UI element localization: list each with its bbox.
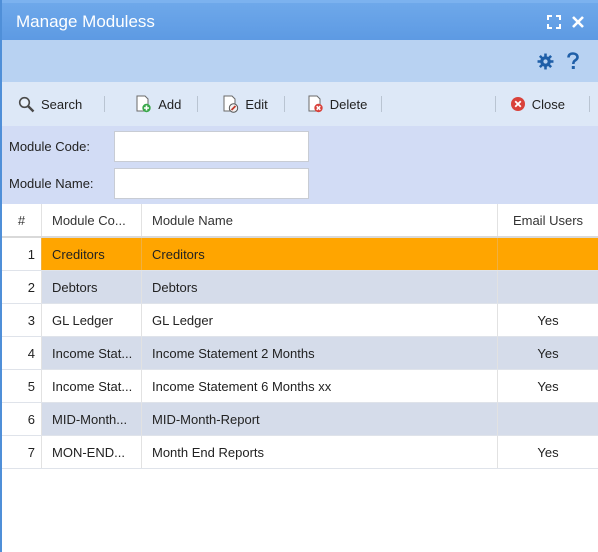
email-users-cell: [498, 238, 598, 270]
module-name-cell: GL Ledger: [142, 304, 498, 336]
gear-icon[interactable]: [536, 52, 554, 70]
modules-grid: # Module Co... Module Name Email Users 1…: [2, 204, 598, 469]
column-header-module-name[interactable]: Module Name: [142, 204, 498, 236]
toolbar-divider: [104, 96, 106, 112]
row-number: 3: [2, 304, 42, 336]
close-icon[interactable]: [568, 12, 588, 32]
settings-bar: [2, 40, 598, 82]
table-row[interactable]: 4 Income Stat... Income Statement 2 Mont…: [2, 337, 598, 370]
module-code-cell: Income Stat...: [42, 337, 142, 369]
table-row[interactable]: 6 MID-Month... MID-Month-Report: [2, 403, 598, 436]
maximize-icon[interactable]: [544, 12, 564, 32]
toolbar: Search Add Edit Delete Close: [2, 82, 598, 126]
edit-icon: [223, 95, 239, 113]
close-button[interactable]: Close: [502, 91, 573, 117]
toolbar-divider: [283, 96, 285, 112]
manage-modules-window: Manage Moduless Search Add Edit Delete C…: [0, 0, 598, 552]
close-circle-icon: [510, 97, 525, 111]
column-header-number[interactable]: #: [2, 204, 42, 236]
delete-label: Delete: [329, 96, 368, 112]
row-number: 5: [2, 370, 42, 402]
module-code-cell: MID-Month...: [42, 403, 142, 435]
edit-button[interactable]: Edit: [214, 91, 275, 117]
column-header-module-code[interactable]: Module Co...: [42, 204, 142, 236]
toolbar-divider: [197, 96, 199, 112]
module-code-input[interactable]: [114, 131, 309, 162]
email-users-cell: Yes: [537, 345, 559, 361]
email-users-cell: Yes: [537, 312, 559, 328]
table-row[interactable]: 5 Income Stat... Income Statement 6 Mont…: [2, 370, 598, 403]
module-name-cell: Month End Reports: [142, 436, 498, 468]
module-name-cell: Income Statement 2 Months: [142, 337, 498, 369]
module-code-label: Module Code:: [9, 139, 90, 154]
module-code-cell: Debtors: [42, 271, 142, 303]
module-code-cell: Income Stat...: [42, 370, 142, 402]
module-name-label: Module Name:: [9, 176, 94, 191]
close-label: Close: [531, 96, 565, 112]
add-button[interactable]: Add: [127, 91, 189, 117]
toolbar-divider: [381, 96, 383, 112]
email-users-cell: [498, 271, 598, 303]
row-number: 1: [2, 238, 42, 270]
toolbar-divider: [589, 96, 590, 112]
module-code-cell: GL Ledger: [42, 304, 142, 336]
table-row[interactable]: 7 MON-END... Month End Reports Yes: [2, 436, 598, 469]
add-icon: [136, 95, 151, 113]
module-name-input[interactable]: [114, 168, 309, 199]
delete-button[interactable]: Delete: [299, 91, 376, 117]
column-header-email-users[interactable]: Email Users: [498, 204, 598, 236]
edit-label: Edit: [245, 96, 268, 112]
row-number: 7: [2, 436, 42, 468]
title-bar: Manage Moduless: [2, 0, 598, 40]
add-label: Add: [158, 96, 182, 112]
table-row[interactable]: 3 GL Ledger GL Ledger Yes: [2, 304, 598, 337]
module-name-cell: Creditors: [142, 238, 498, 270]
search-label: Search: [41, 96, 83, 112]
row-number: 4: [2, 337, 42, 369]
grid-header: # Module Co... Module Name Email Users: [2, 204, 598, 238]
module-name-cell: MID-Month-Report: [142, 403, 498, 435]
module-code-row: Module Code:: [9, 131, 309, 162]
table-row[interactable]: 1 Creditors Creditors: [2, 238, 598, 271]
search-icon: [18, 96, 35, 112]
toolbar-divider: [494, 96, 496, 112]
module-code-cell: Creditors: [42, 238, 142, 270]
row-number: 6: [2, 403, 42, 435]
module-code-cell: MON-END...: [42, 436, 142, 468]
module-name-row: Module Name:: [9, 168, 309, 199]
module-name-cell: Debtors: [142, 271, 498, 303]
row-number: 2: [2, 271, 42, 303]
filter-panel: Module Code: Module Name:: [2, 126, 598, 204]
delete-icon: [308, 95, 323, 113]
module-name-cell: Income Statement 6 Months xx: [142, 370, 498, 402]
email-users-cell: Yes: [537, 378, 559, 394]
help-icon[interactable]: [564, 52, 582, 70]
search-button[interactable]: Search: [10, 91, 90, 117]
email-users-cell: [498, 403, 598, 435]
table-row[interactable]: 2 Debtors Debtors: [2, 271, 598, 304]
window-title: Manage Moduless: [16, 11, 155, 31]
email-users-cell: Yes: [537, 444, 559, 460]
